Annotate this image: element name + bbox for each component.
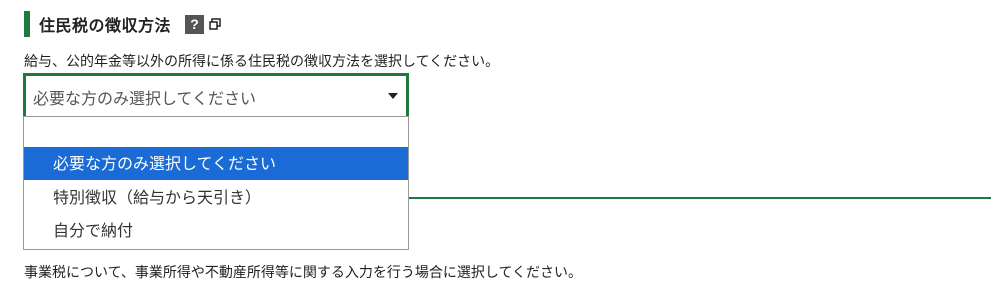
select-option-self-payment[interactable]: 自分で納付 (24, 214, 408, 247)
section-header: 住民税の徴収方法 ? (24, 11, 221, 37)
business-tax-description: 事業税について、事業所得や不動産所得等に関する入力を行う場合に選択してください。 (24, 265, 583, 281)
select-option-empty[interactable] (24, 117, 408, 150)
select-current-value: 必要な方のみ選択してください (33, 89, 257, 108)
section-divider (409, 197, 991, 199)
select-option-required-only[interactable]: 必要な方のみ選択してください (24, 147, 408, 180)
select-option-special-collection[interactable]: 特別徴収（給与から天引き） (24, 181, 408, 214)
caret-down-icon[interactable] (388, 93, 398, 99)
section-accent-bar (24, 11, 30, 37)
popup-window-icon[interactable] (209, 18, 221, 30)
section-description: 給与、公的年金等以外の所得に係る住民税の徴収方法を選択してください。 (24, 54, 500, 70)
collection-method-select[interactable]: 必要な方のみ選択してください (23, 73, 409, 119)
select-dropdown-list[interactable]: 必要な方のみ選択してください 特別徴収（給与から天引き） 自分で納付 (23, 116, 409, 250)
section-title: 住民税の徴収方法 (39, 16, 172, 35)
help-icon[interactable]: ? (185, 14, 205, 34)
